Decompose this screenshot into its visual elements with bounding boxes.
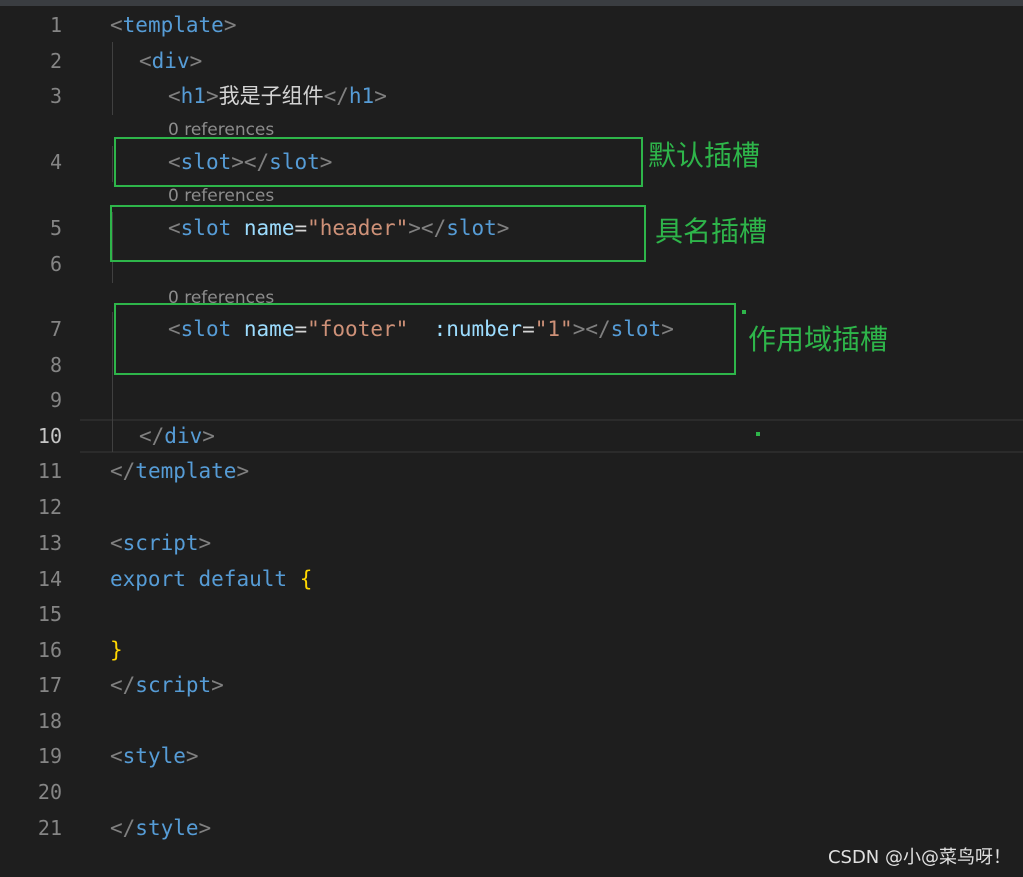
line-number: 15 <box>37 602 62 626</box>
style-tag: style <box>122 744 186 768</box>
div-close-tag: div <box>164 424 203 448</box>
export-keyword: export <box>110 567 186 591</box>
line-number: 4 <box>49 150 62 174</box>
line-number: 20 <box>37 780 62 804</box>
code-line-13[interactable]: <script> <box>110 531 211 555</box>
default-keyword: default <box>198 567 288 591</box>
csdn-watermark: CSDN @小@菜鸟呀！ <box>827 847 1011 868</box>
h1-content: 我是子组件 <box>218 84 324 108</box>
default-slot-highlight-box <box>114 137 643 187</box>
code-editor[interactable]: 1 2 3 4 5 6 7 8 9 10 11 12 13 14 15 16 1… <box>0 6 1023 877</box>
open-brace: { <box>299 567 313 591</box>
code-line-1[interactable]: <template> <box>110 13 236 37</box>
template-close-tag: template <box>135 459 237 483</box>
scoped-slot-annotation: 作用域插槽 <box>748 323 889 356</box>
line-number: 14 <box>37 567 62 591</box>
line-number: 19 <box>37 744 62 768</box>
line-number: 18 <box>37 709 62 733</box>
code-line-17[interactable]: </script> <box>110 673 224 697</box>
line-number: 6 <box>49 252 62 276</box>
h1-tag: h1 <box>180 84 206 108</box>
code-line-3[interactable]: <h1>我是子组件</h1> <box>168 84 387 108</box>
line-number: 3 <box>49 84 62 108</box>
line-number: 11 <box>37 459 62 483</box>
current-line-highlight <box>80 419 1023 453</box>
code-line-2[interactable]: <div> <box>139 49 202 73</box>
line-number: 13 <box>37 531 62 555</box>
close-brace: } <box>110 638 123 662</box>
indent-guide <box>112 146 113 182</box>
code-line-16[interactable]: } <box>110 638 123 662</box>
code-line-10[interactable]: </div> <box>139 424 215 448</box>
code-line-21[interactable]: </style> <box>110 816 211 840</box>
code-lens-references[interactable]: 0 references <box>168 186 274 206</box>
script-tag: script <box>122 531 199 555</box>
line-number: 17 <box>37 673 62 697</box>
div-tag: div <box>151 49 190 73</box>
line-number: 2 <box>49 49 62 73</box>
annotation-dot <box>742 310 746 314</box>
script-close-tag: script <box>135 673 212 697</box>
code-line-19[interactable]: <style> <box>110 744 199 768</box>
line-number: 12 <box>37 495 62 519</box>
style-close-tag: style <box>135 816 199 840</box>
line-number: 7 <box>49 317 62 341</box>
default-slot-annotation: 默认插槽 <box>648 139 761 172</box>
indent-guide <box>112 312 113 452</box>
template-tag: template <box>122 13 224 37</box>
h1-close-tag: h1 <box>348 84 375 108</box>
line-number-active: 10 <box>37 424 62 448</box>
code-line-11[interactable]: </template> <box>110 459 249 483</box>
annotation-dot <box>756 432 760 436</box>
scoped-slot-highlight-box <box>114 303 736 375</box>
named-slot-annotation: 具名插槽 <box>655 215 768 248</box>
line-number: 1 <box>49 13 62 37</box>
code-line-14[interactable]: export default { <box>110 567 312 591</box>
indent-guide <box>112 42 113 115</box>
line-number-gutter: 1 2 3 4 5 6 7 8 9 10 11 12 13 14 15 16 1… <box>0 6 80 877</box>
line-number: 9 <box>49 388 62 412</box>
line-number: 16 <box>37 638 62 662</box>
line-number: 21 <box>37 816 62 840</box>
line-number: 8 <box>49 353 62 377</box>
line-number: 5 <box>49 216 62 240</box>
named-slot-highlight-box <box>110 205 646 262</box>
